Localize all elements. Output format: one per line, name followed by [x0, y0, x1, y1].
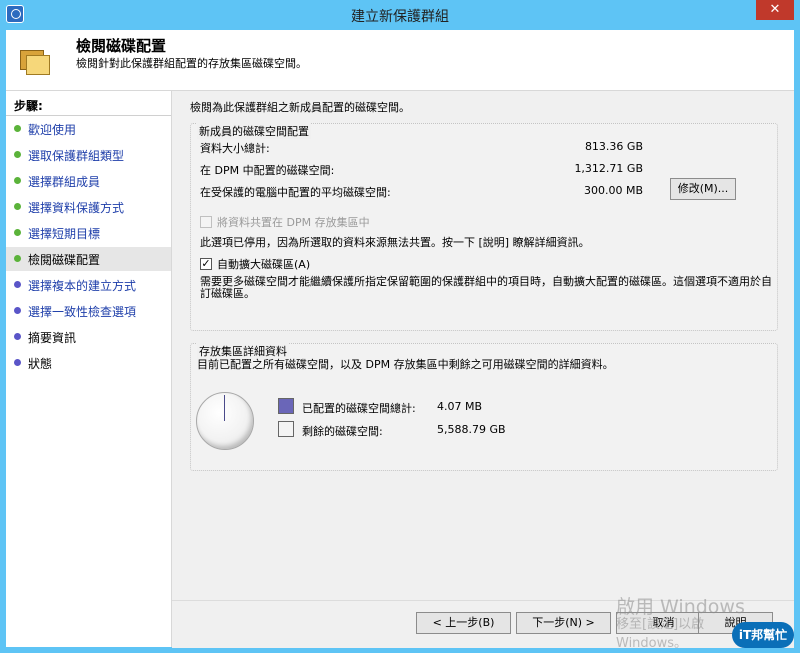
allocated-value: 4.07 MB — [437, 400, 483, 413]
step-welcome[interactable]: 歡迎使用 — [6, 117, 171, 141]
step-summary: 摘要資訊 — [6, 325, 171, 349]
completed-dot-icon — [14, 229, 21, 236]
page-subtitle: 檢閱針對此保護群組配置的存放集區磁碟空間。 — [76, 57, 307, 70]
step-group-type[interactable]: 選取保護群組類型 — [6, 143, 171, 167]
remaining-swatch — [278, 421, 294, 437]
back-button[interactable]: < 上一步(B) — [416, 612, 511, 634]
allocated-slice — [224, 395, 225, 421]
activation-watermark-line2: 移至[設定]以啟 — [616, 617, 705, 632]
close-button[interactable]: ✕ — [756, 0, 794, 20]
allocated-label: 已配置的磁碟空間總計: — [302, 402, 416, 415]
dpm-allocated-label: 在 DPM 中配置的磁碟空間: — [200, 164, 335, 177]
remaining-value: 5,588.79 GB — [437, 423, 506, 436]
autogrow-label[interactable]: 自動擴大磁碟區(A) — [217, 256, 310, 272]
storage-pool-icon — [20, 50, 50, 75]
window-title: 建立新保護群組 — [351, 9, 449, 25]
step-consistency-check[interactable]: 選擇一致性檢查選項 — [6, 299, 171, 323]
completed-dot-icon — [14, 125, 21, 132]
step-review-disk-allocation[interactable]: 檢閱磁碟配置 — [6, 247, 171, 271]
colocate-note: 此選項已停用，因為所選取的資料來源無法共置。按一下 [說明] 瞭解詳細資訊。 — [200, 236, 590, 249]
remaining-label: 剩餘的磁碟空間: — [302, 425, 383, 438]
total-data-size-label: 資料大小總計: — [200, 142, 270, 155]
total-data-size-value: 813.36 GB — [584, 140, 643, 153]
avg-protected-value: 300.00 MB — [583, 184, 643, 197]
completed-dot-icon — [14, 151, 21, 158]
title-bar[interactable]: 建立新保護群組 ✕ — [0, 0, 800, 30]
completed-dot-icon — [14, 177, 21, 184]
step-protection-method[interactable]: 選擇資料保護方式 — [6, 195, 171, 219]
disk-usage-pie-chart — [196, 392, 254, 450]
step-replica-creation[interactable]: 選擇複本的建立方式 — [6, 273, 171, 297]
modify-button[interactable]: 修改(M)... — [670, 178, 736, 200]
activation-watermark-line3: Windows。 — [616, 636, 688, 651]
autogrow-checkbox[interactable]: ✓ — [200, 258, 212, 270]
main-content: 檢閱為此保護群組之新成員配置的磁碟空間。 新成員的磁碟空間配置 資料大小總計: … — [172, 91, 794, 600]
current-dot-icon — [14, 255, 21, 262]
step-short-term-goals[interactable]: 選擇短期目標 — [6, 221, 171, 245]
allocation-group: 新成員的磁碟空間配置 資料大小總計: 813.36 GB 在 DPM 中配置的磁… — [190, 123, 778, 331]
step-group-members[interactable]: 選擇群組成員 — [6, 169, 171, 193]
wizard-header: 檢閱磁碟配置 檢閱針對此保護群組配置的存放集區磁碟空間。 — [6, 30, 794, 91]
pending-dot-icon — [14, 359, 21, 366]
pending-dot-icon — [14, 307, 21, 314]
allocation-group-title: 新成員的磁碟空間配置 — [197, 123, 311, 139]
colocate-checkbox — [200, 216, 212, 228]
pending-dot-icon — [14, 281, 21, 288]
dialog-window: 建立新保護群組 ✕ 檢閱磁碟配置 檢閱針對此保護群組配置的存放集區磁碟空間。 步… — [0, 0, 800, 653]
storage-pool-description: 目前已配置之所有磁碟空間，以及 DPM 存放集區中剩餘之可用磁碟空間的詳細資料。 — [197, 358, 614, 371]
steps-title: 步驟: — [14, 99, 43, 113]
avg-protected-label: 在受保護的電腦中配置的平均磁碟空間: — [200, 186, 391, 199]
completed-dot-icon — [14, 203, 21, 210]
colocate-label: 將資料共置在 DPM 存放集區中 — [217, 216, 370, 229]
intro-text: 檢閱為此保護群組之新成員配置的磁碟空間。 — [190, 101, 410, 114]
allocated-swatch — [278, 398, 294, 414]
pending-dot-icon — [14, 333, 21, 340]
page-title: 檢閱磁碟配置 — [76, 37, 167, 55]
steps-sidebar: 步驟: 歡迎使用 選取保護群組類型 選擇群組成員 選擇資料保護方式 選擇短期目標… — [6, 91, 172, 647]
next-button[interactable]: 下一步(N) > — [516, 612, 611, 634]
step-status: 狀態 — [6, 351, 171, 375]
ithome-logo-badge: iT邦幫忙 — [732, 622, 794, 648]
autogrow-note: 需要更多磁碟空間才能繼續保護所指定保留範圍的保護群組中的項目時，自動擴大配置的磁… — [200, 275, 772, 300]
dpm-allocated-value: 1,312.71 GB — [574, 162, 643, 175]
